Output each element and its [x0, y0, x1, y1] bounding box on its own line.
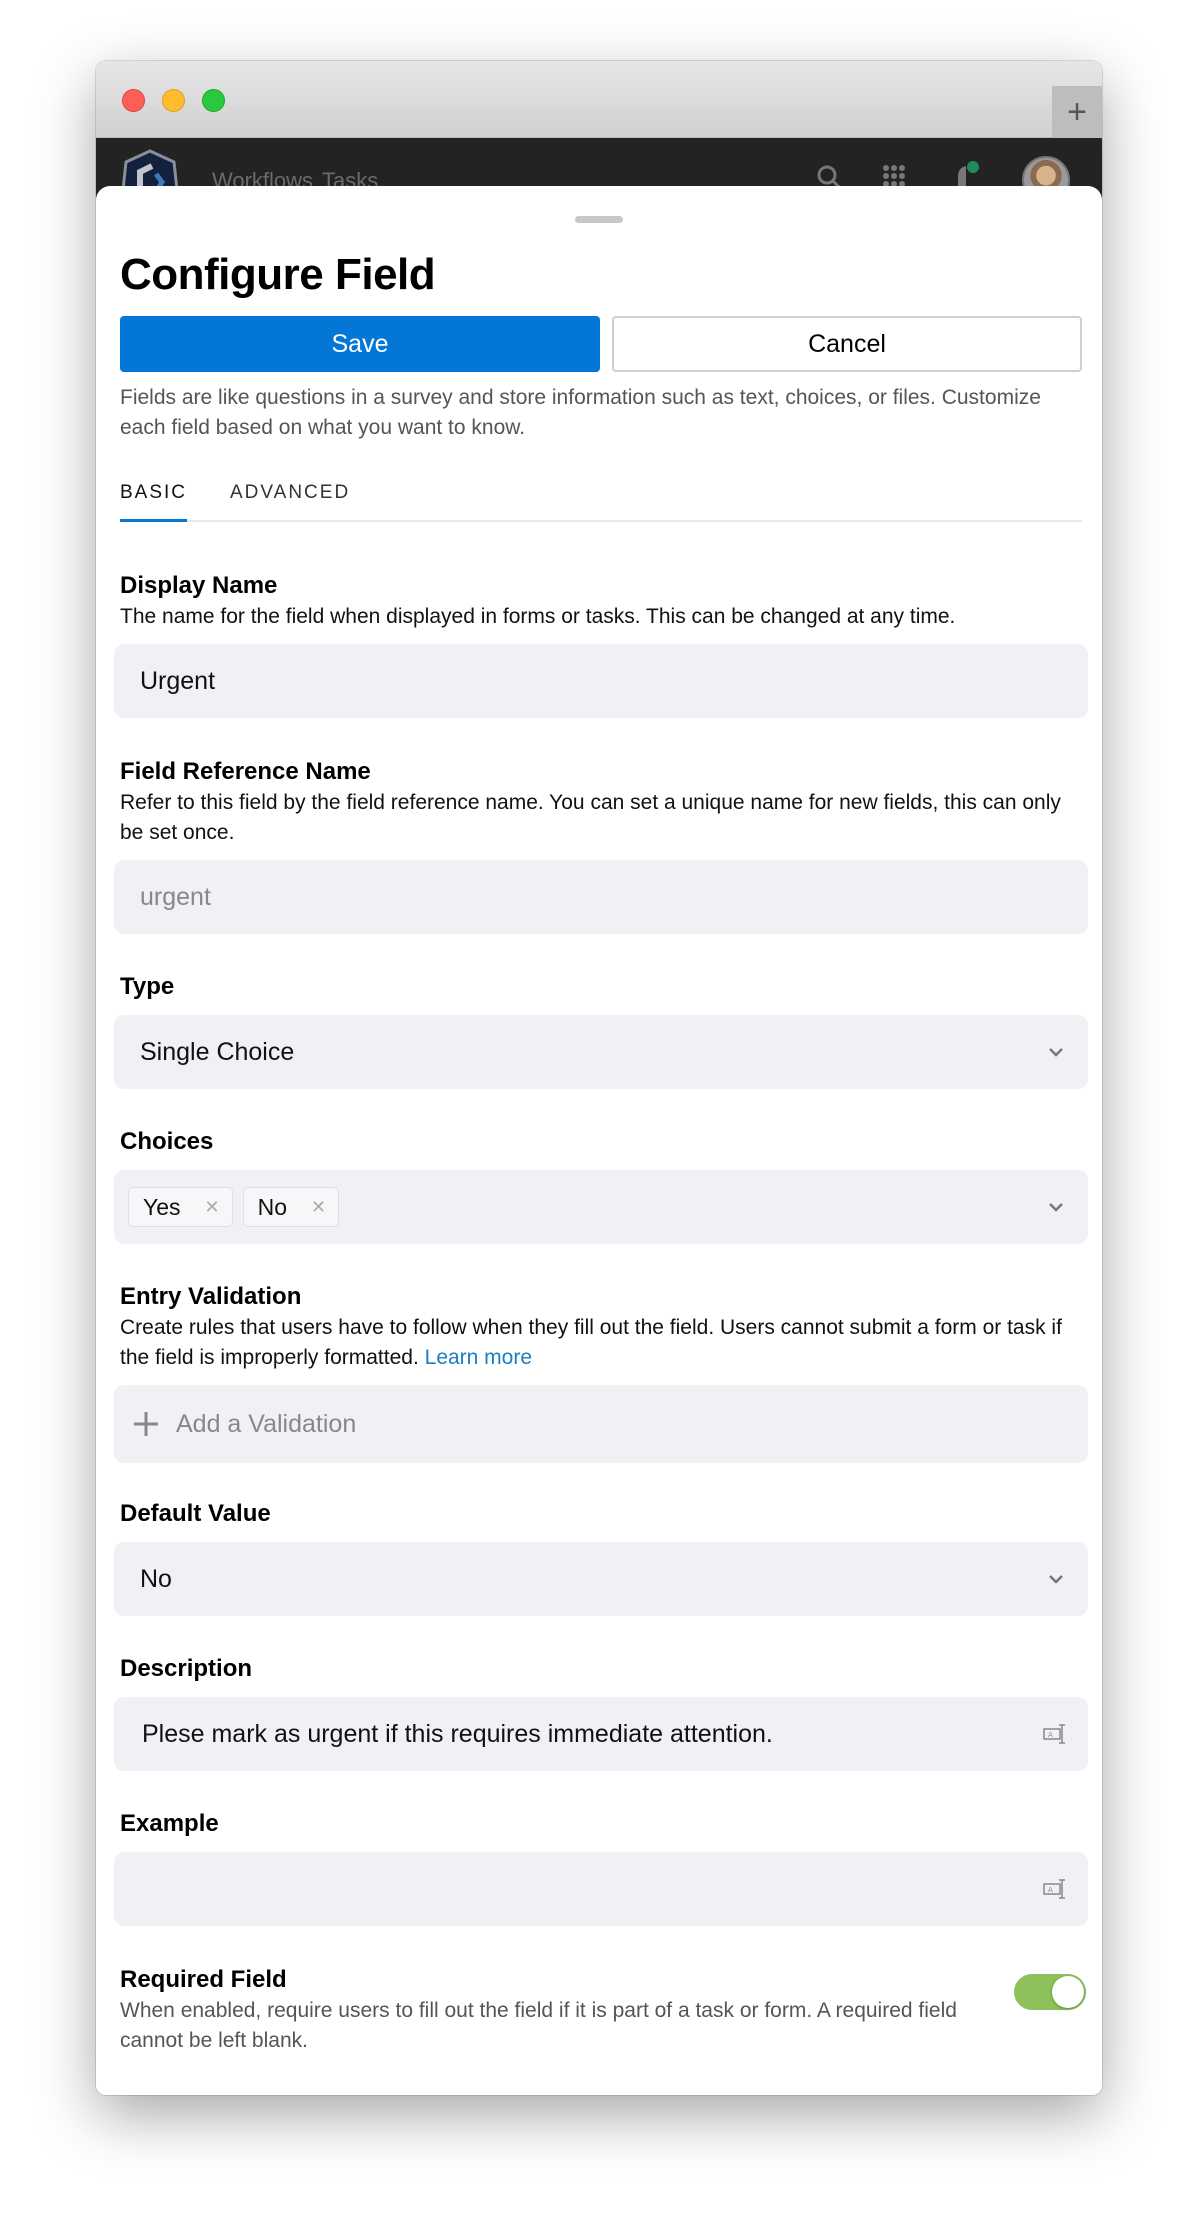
reference-name-help: Refer to this field by the field referen…	[120, 791, 1061, 844]
reference-name-label: Field Reference Name	[120, 758, 371, 785]
entry-validation-label: Entry Validation	[120, 1283, 302, 1310]
tab-bar: BASIC ADVANCED	[120, 476, 1082, 522]
type-section: Type Single Choice	[114, 971, 1088, 1089]
maximize-window-button[interactable]	[202, 89, 225, 112]
type-value: Single Choice	[140, 1037, 295, 1066]
description-label: Description	[120, 1655, 253, 1682]
display-name-help: The name for the field when displayed in…	[120, 605, 956, 628]
chevron-down-icon	[1049, 1048, 1063, 1057]
tab-advanced[interactable]: ADVANCED	[230, 482, 350, 504]
required-field-help: When enabled, require users to fill out …	[120, 1999, 957, 2052]
reference-name-input[interactable]: urgent	[114, 860, 1088, 934]
add-validation-label: Add a Validation	[176, 1409, 357, 1438]
close-window-button[interactable]	[122, 89, 145, 112]
description-value: Plese mark as urgent if this requires im…	[142, 1719, 773, 1748]
plus-icon	[134, 1412, 158, 1436]
required-field-toggle[interactable]	[1014, 1974, 1086, 2010]
type-select[interactable]: Single Choice	[114, 1015, 1088, 1089]
minimize-window-button[interactable]	[162, 89, 185, 112]
default-value-select[interactable]: No	[114, 1542, 1088, 1616]
type-label: Type	[120, 973, 175, 1000]
entry-validation-section: Entry Validation Create rules that users…	[114, 1281, 1088, 1463]
desktop: + Workflows Tasks Configure Field Save C…	[0, 0, 1200, 2232]
cancel-button[interactable]: Cancel	[612, 316, 1082, 372]
apps-grid-icon[interactable]	[882, 164, 906, 188]
sheet-drag-handle[interactable]	[575, 216, 623, 223]
entry-validation-help: Create rules that users have to follow w…	[120, 1316, 1062, 1369]
display-name-input[interactable]: Urgent	[114, 644, 1088, 718]
choice-chip-label: No	[257, 1193, 288, 1220]
display-name-label: Display Name	[120, 572, 278, 599]
description-section: Description Plese mark as urgent if this…	[114, 1653, 1088, 1771]
intro-text: Fields are like questions in a survey an…	[120, 386, 1041, 439]
save-button[interactable]: Save	[120, 316, 600, 372]
default-value-label: Default Value	[120, 1500, 271, 1527]
choice-chip-no: No ✕	[242, 1187, 340, 1227]
chevron-down-icon	[1049, 1203, 1063, 1212]
example-input[interactable]: A	[114, 1852, 1088, 1926]
window-titlebar: +	[96, 61, 1102, 138]
choices-select[interactable]: Yes ✕ No ✕	[114, 1170, 1088, 1244]
configure-field-sheet: Configure Field Save Cancel Fields are l…	[96, 186, 1102, 2095]
example-section: Example A	[114, 1808, 1088, 1926]
display-name-section: Display Name The name for the field when…	[114, 570, 1088, 718]
page-title: Configure Field	[120, 250, 436, 299]
choice-chip-label: Yes	[143, 1193, 181, 1220]
reference-name-value: urgent	[140, 882, 211, 911]
reference-name-section: Field Reference Name Refer to this field…	[114, 756, 1088, 934]
rich-text-edit-icon[interactable]: A	[1042, 1876, 1068, 1902]
toggle-knob	[1052, 1976, 1084, 2008]
rich-text-edit-icon[interactable]: A	[1042, 1721, 1068, 1747]
default-value-section: Default Value No	[114, 1498, 1088, 1616]
required-field-label: Required Field	[120, 1966, 287, 1993]
description-input[interactable]: Plese mark as urgent if this requires im…	[114, 1697, 1088, 1771]
svg-text:A: A	[1048, 1886, 1053, 1894]
svg-text:A: A	[1048, 1731, 1053, 1739]
remove-choice-icon[interactable]: ✕	[311, 1197, 326, 1218]
chevron-down-icon	[1049, 1575, 1063, 1584]
add-validation-button[interactable]: Add a Validation	[114, 1385, 1088, 1463]
new-tab-button[interactable]: +	[1052, 86, 1102, 138]
choices-section: Choices Yes ✕ No ✕	[114, 1126, 1088, 1244]
plus-icon: +	[1067, 92, 1087, 131]
display-name-value: Urgent	[140, 666, 216, 695]
remove-choice-icon[interactable]: ✕	[205, 1197, 220, 1218]
active-tab-indicator	[120, 519, 187, 522]
required-field-section: Required Field When enabled, require use…	[120, 1964, 1086, 2056]
browser-window: + Workflows Tasks Configure Field Save C…	[96, 61, 1102, 2095]
choices-label: Choices	[120, 1128, 214, 1155]
learn-more-link[interactable]: Learn more	[425, 1346, 532, 1369]
example-label: Example	[120, 1810, 219, 1837]
default-value-value: No	[140, 1564, 172, 1593]
choice-chip-yes: Yes ✕	[128, 1187, 233, 1227]
tab-basic[interactable]: BASIC	[120, 482, 187, 504]
